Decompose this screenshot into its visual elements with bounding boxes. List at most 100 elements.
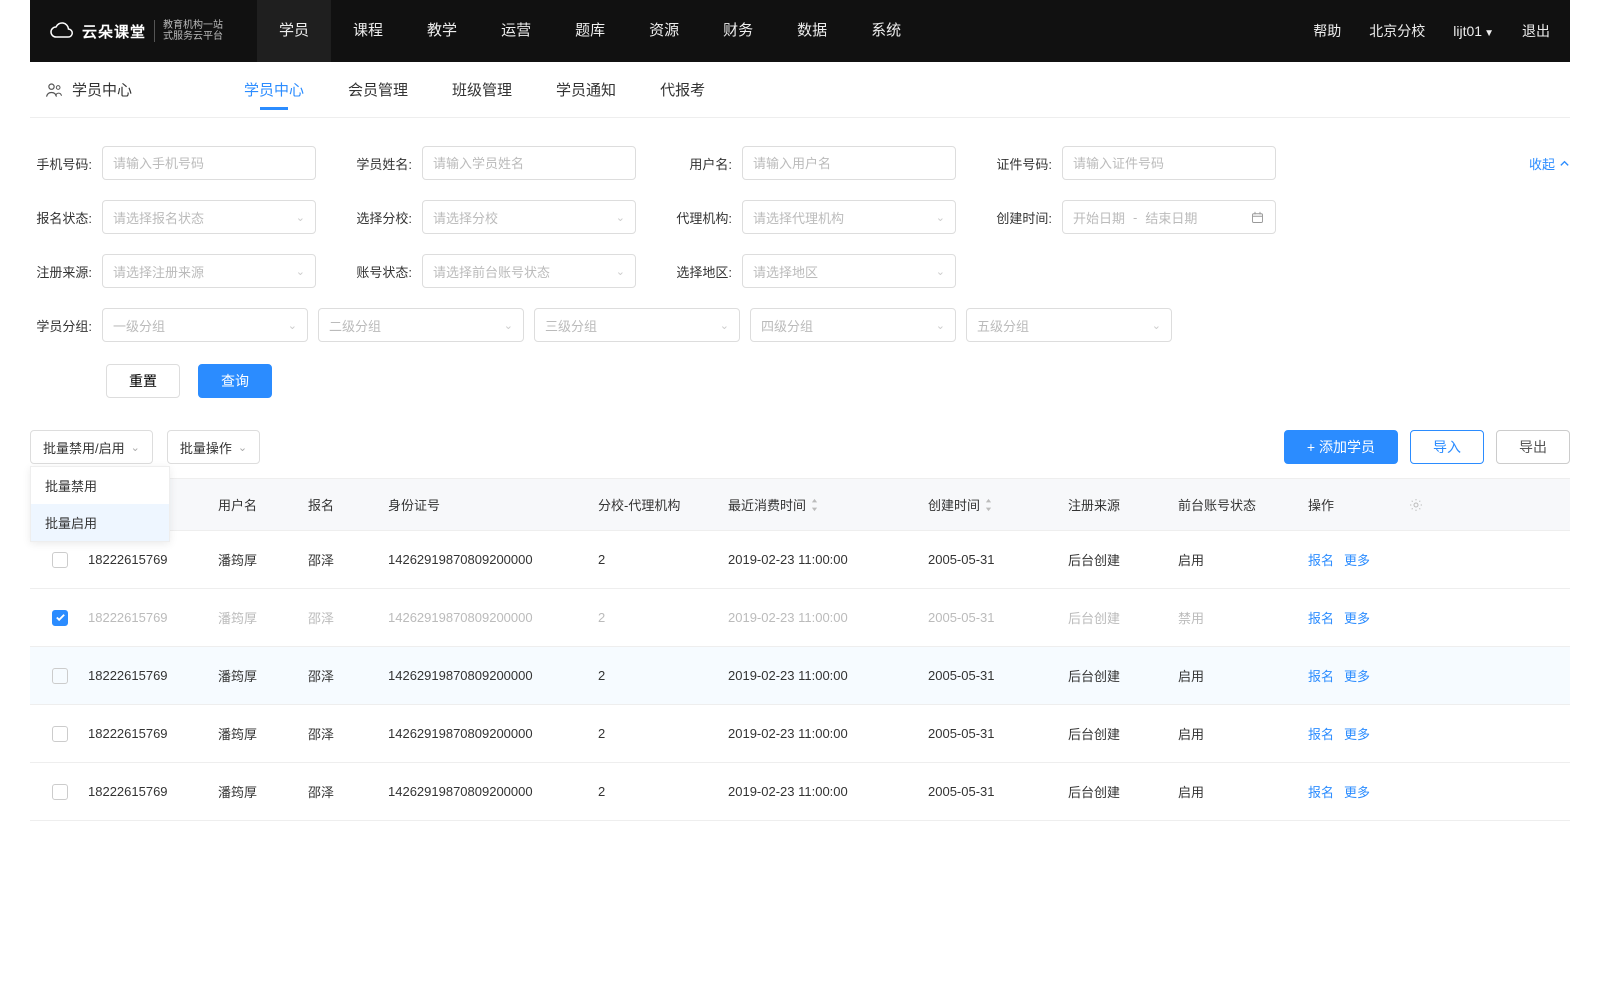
filter-select[interactable]: 请选择前台账号状态⌄ bbox=[422, 254, 636, 288]
cell-id: 14262919870809200000 bbox=[384, 552, 594, 567]
chevron-down-icon: ⌄ bbox=[288, 319, 297, 332]
cell-status: 启用 bbox=[1174, 782, 1304, 801]
register-link[interactable]: 报名 bbox=[1308, 553, 1334, 568]
more-link[interactable]: 更多 bbox=[1344, 553, 1370, 568]
nav-item[interactable]: 财务 bbox=[701, 0, 775, 62]
group-select[interactable]: 一级分组⌄ bbox=[102, 308, 308, 342]
filter-label: 选择分校: bbox=[350, 208, 412, 227]
table-header-cell: 操作 bbox=[1304, 495, 1404, 514]
filter-select[interactable]: 请选择代理机构⌄ bbox=[742, 200, 956, 234]
register-link[interactable]: 报名 bbox=[1308, 727, 1334, 742]
nav-item[interactable]: 课程 bbox=[331, 0, 405, 62]
query-button[interactable]: 查询 bbox=[198, 364, 272, 398]
cell-branch: 2 bbox=[594, 610, 724, 625]
batch-ops-dropdown[interactable]: 批量操作 ⌄ bbox=[167, 430, 260, 464]
cell-last: 2019-02-23 11:00:00 bbox=[724, 668, 924, 683]
more-link[interactable]: 更多 bbox=[1344, 785, 1370, 800]
batch-menu-item[interactable]: 批量启用 bbox=[31, 504, 169, 541]
nav-user[interactable]: lijt01▼ bbox=[1453, 23, 1494, 39]
filter-label: 账号状态: bbox=[350, 262, 412, 281]
cell-ops: 报名更多 bbox=[1304, 550, 1404, 569]
nav-item[interactable]: 资源 bbox=[627, 0, 701, 62]
filter-item: 代理机构:请选择代理机构⌄ bbox=[670, 200, 956, 234]
filter-label: 证件号码: bbox=[990, 154, 1052, 173]
collapse-toggle[interactable]: 收起 bbox=[1529, 154, 1570, 173]
filter-item: 手机号码: bbox=[30, 146, 316, 180]
cell-id: 14262919870809200000 bbox=[384, 610, 594, 625]
import-button[interactable]: 导入 bbox=[1410, 430, 1484, 464]
subnav-tab[interactable]: 会员管理 bbox=[348, 63, 408, 116]
filter-select[interactable]: 请选择报名状态⌄ bbox=[102, 200, 316, 234]
nav-item[interactable]: 系统 bbox=[849, 0, 923, 62]
more-link[interactable]: 更多 bbox=[1344, 727, 1370, 742]
filter-input[interactable] bbox=[1062, 146, 1276, 180]
reset-button[interactable]: 重置 bbox=[106, 364, 180, 398]
row-checkbox[interactable] bbox=[52, 552, 68, 568]
sort-icon[interactable] bbox=[810, 498, 819, 512]
cell-user: 潘筠厚 bbox=[214, 666, 304, 685]
chevron-down-icon: ⌄ bbox=[936, 211, 945, 224]
group-select[interactable]: 五级分组⌄ bbox=[966, 308, 1172, 342]
nav-item[interactable]: 题库 bbox=[553, 0, 627, 62]
group-select[interactable]: 四级分组⌄ bbox=[750, 308, 956, 342]
register-link[interactable]: 报名 bbox=[1308, 611, 1334, 626]
nav-item[interactable]: 学员 bbox=[257, 0, 331, 62]
table-body: 18222615769潘筠厚邵泽142629198708092000002201… bbox=[30, 531, 1570, 821]
main-nav-list: 学员课程教学运营题库资源财务数据系统 bbox=[257, 0, 923, 62]
cell-status: 启用 bbox=[1174, 666, 1304, 685]
filter-label: 选择地区: bbox=[670, 262, 732, 281]
filter-item: 账号状态: 请选择前台账号状态⌄ bbox=[350, 254, 636, 288]
cell-phone: 18222615769 bbox=[84, 784, 214, 799]
cell-status: 启用 bbox=[1174, 724, 1304, 743]
filter-select[interactable]: 请选择注册来源⌄ bbox=[102, 254, 316, 288]
row-checkbox[interactable] bbox=[52, 668, 68, 684]
more-link[interactable]: 更多 bbox=[1344, 611, 1370, 626]
subnav-tab[interactable]: 学员通知 bbox=[556, 63, 616, 116]
filter-label: 学员姓名: bbox=[350, 154, 412, 173]
nav-logout[interactable]: 退出 bbox=[1522, 21, 1550, 41]
filter-label: 学员分组: bbox=[30, 316, 92, 335]
nav-item[interactable]: 数据 bbox=[775, 0, 849, 62]
cell-phone: 18222615769 bbox=[84, 610, 214, 625]
gear-icon[interactable] bbox=[1408, 497, 1424, 513]
date-range-picker[interactable]: 开始日期-结束日期 bbox=[1062, 200, 1276, 234]
table-header: 手机号码用户名报名身份证号分校-代理机构最近消费时间 创建时间 注册来源前台账号… bbox=[30, 479, 1570, 531]
cell-phone: 18222615769 bbox=[84, 726, 214, 741]
nav-item[interactable]: 运营 bbox=[479, 0, 553, 62]
cell-id: 14262919870809200000 bbox=[384, 726, 594, 741]
cell-user: 潘筠厚 bbox=[214, 724, 304, 743]
filter-label: 用户名: bbox=[670, 154, 732, 173]
batch-menu-item[interactable]: 批量禁用 bbox=[31, 467, 169, 504]
filter-input[interactable] bbox=[102, 146, 316, 180]
export-button[interactable]: 导出 bbox=[1496, 430, 1570, 464]
group-select[interactable]: 二级分组⌄ bbox=[318, 308, 524, 342]
nav-branch[interactable]: 北京分校 bbox=[1369, 21, 1425, 41]
table-row: 18222615769潘筠厚邵泽142629198708092000002201… bbox=[30, 647, 1570, 705]
filter-input[interactable] bbox=[422, 146, 636, 180]
add-student-button[interactable]: + 添加学员 bbox=[1284, 430, 1398, 464]
register-link[interactable]: 报名 bbox=[1308, 669, 1334, 684]
sort-icon[interactable] bbox=[984, 498, 993, 512]
cell-user: 潘筠厚 bbox=[214, 608, 304, 627]
table-header-cell: 最近消费时间 bbox=[724, 495, 924, 514]
row-checkbox[interactable] bbox=[52, 784, 68, 800]
more-link[interactable]: 更多 bbox=[1344, 669, 1370, 684]
filter-select[interactable]: 请选择分校⌄ bbox=[422, 200, 636, 234]
batch-toggle-dropdown[interactable]: 批量禁用/启用 ⌄ bbox=[30, 430, 153, 464]
cell-ops: 报名更多 bbox=[1304, 782, 1404, 801]
subnav-tab[interactable]: 班级管理 bbox=[452, 63, 512, 116]
filter-item: 用户名: bbox=[670, 146, 956, 180]
nav-item[interactable]: 教学 bbox=[405, 0, 479, 62]
nav-help[interactable]: 帮助 bbox=[1313, 21, 1341, 41]
table-header-cell bbox=[1404, 497, 1464, 513]
cell-source: 后台创建 bbox=[1064, 608, 1174, 627]
subnav-tab[interactable]: 代报考 bbox=[660, 63, 705, 116]
cell-enroll: 邵泽 bbox=[304, 782, 384, 801]
row-checkbox[interactable] bbox=[52, 726, 68, 742]
row-checkbox[interactable] bbox=[52, 610, 68, 626]
subnav-tab[interactable]: 学员中心 bbox=[244, 63, 304, 116]
filter-select[interactable]: 请选择地区⌄ bbox=[742, 254, 956, 288]
filter-input[interactable] bbox=[742, 146, 956, 180]
register-link[interactable]: 报名 bbox=[1308, 785, 1334, 800]
group-select[interactable]: 三级分组⌄ bbox=[534, 308, 740, 342]
